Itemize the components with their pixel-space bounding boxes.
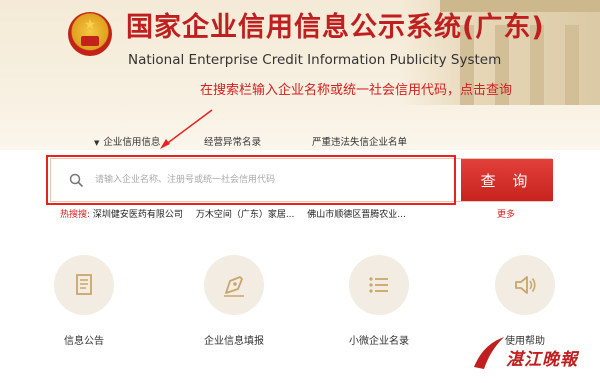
hot-search-item[interactable]: 深圳健安医药有限公司 — [93, 210, 183, 220]
list-icon — [369, 277, 388, 293]
site-title: 国家企业信用信息公示系统(广东) — [126, 12, 545, 43]
brush-stroke-icon — [474, 337, 504, 369]
card-label: 信息公告 — [64, 336, 104, 347]
card-label: 小微企业名录 — [349, 336, 409, 347]
card-icon-circle — [204, 255, 264, 315]
caret-down-icon: ▼ — [94, 139, 100, 147]
search-hint-annotation: 在搜索栏输入企业名称或统一社会信用代码，点击查询 — [200, 83, 513, 98]
hot-search-item[interactable]: 佛山市顺德区晋腾农业... — [307, 210, 406, 220]
pen-nib-icon — [224, 276, 244, 297]
card-icon-circle — [54, 255, 114, 315]
hot-search-label: 热搜搜: — [60, 210, 91, 220]
card-small-micro-enterprise-list[interactable]: 小微企业名录 — [324, 255, 434, 349]
search-button[interactable]: 查 询 — [461, 159, 553, 201]
tab-serious-violation-list[interactable]: 严重违法失信企业名单 — [312, 137, 407, 149]
hot-search-row: 热搜搜: 深圳健安医药有限公司 万木空间（广东）家居... 佛山市顺德区晋腾农业… — [60, 209, 416, 221]
card-icon-circle — [495, 255, 555, 315]
national-emblem-icon: ★ — [68, 12, 112, 56]
card-label: 企业信息填报 — [204, 336, 264, 347]
tab-enterprise-credit-info[interactable]: ▼ 企业信用信息 — [94, 137, 160, 149]
annotation-highlight-box — [46, 155, 456, 205]
header-banner: ★ 国家企业信用信息公示系统(广东) National Enterprise C… — [0, 0, 600, 150]
speaker-icon — [515, 276, 536, 294]
card-enterprise-report[interactable]: 企业信息填报 — [179, 255, 289, 349]
watermark-text: 湛江晚報 — [506, 350, 578, 370]
hot-search-item[interactable]: 万木空间（广东）家居... — [196, 210, 295, 220]
card-info-announcement[interactable]: 信息公告 — [29, 255, 139, 349]
card-icon-circle — [349, 255, 409, 315]
tab-abnormal-operation-list[interactable]: 经营异常名录 — [204, 137, 261, 149]
site-subtitle-en: National Enterprise Credit Information P… — [128, 52, 502, 68]
document-icon — [76, 274, 92, 295]
newspaper-watermark: 湛江晚報 — [470, 325, 600, 383]
more-link[interactable]: 更多 — [497, 209, 515, 221]
